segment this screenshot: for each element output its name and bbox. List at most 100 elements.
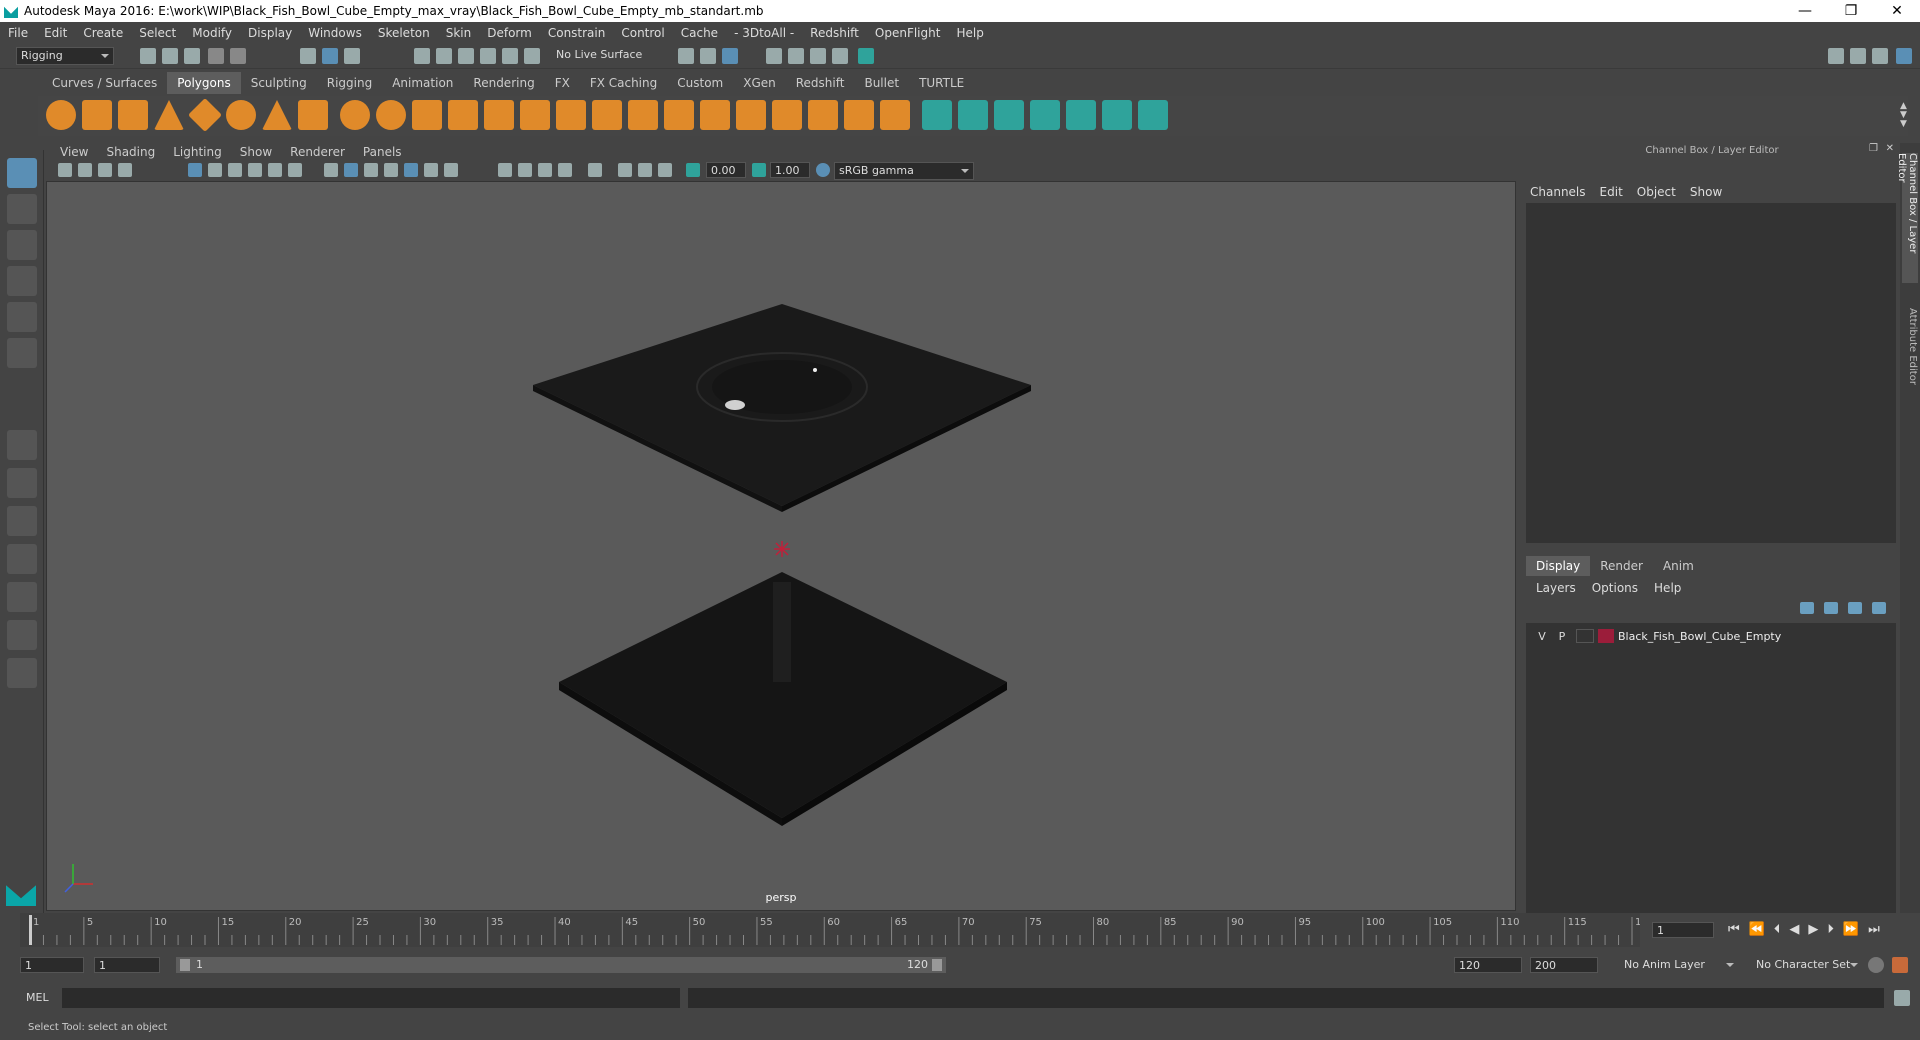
rotate-tool-icon[interactable]	[7, 302, 37, 332]
move-layer-down-icon[interactable]	[1824, 602, 1838, 614]
cb-menu-edit[interactable]: Edit	[1600, 185, 1623, 199]
exposure-icon[interactable]	[686, 163, 700, 177]
menu-create[interactable]: Create	[83, 26, 123, 40]
textured-icon[interactable]	[404, 163, 418, 177]
motion-blur-icon[interactable]	[518, 163, 532, 177]
poly-cylinder-icon[interactable]	[118, 100, 148, 130]
animation-start-field[interactable]: 1	[20, 957, 84, 973]
grid-icon[interactable]	[188, 163, 202, 177]
gate-mask-icon[interactable]	[248, 163, 262, 177]
separate-icon[interactable]	[376, 100, 406, 130]
exposure-field[interactable]: 0.00	[706, 162, 746, 178]
close-button[interactable]: ✕	[1874, 3, 1920, 19]
snap-curve-icon[interactable]	[436, 48, 452, 64]
shelf-tab-curves-surfaces[interactable]: Curves / Surfaces	[42, 72, 167, 94]
isolate-select-icon[interactable]	[588, 163, 602, 177]
live-surface-field[interactable]: No Live Surface	[552, 47, 646, 63]
transfer-attributes-icon[interactable]	[1138, 100, 1168, 130]
layer-color-swatch[interactable]	[1598, 629, 1614, 643]
close-panel-icon[interactable]: ✕	[1886, 143, 1894, 154]
multi-cut-icon[interactable]	[592, 100, 622, 130]
insert-edge-loop-icon[interactable]	[628, 100, 658, 130]
default-material-icon[interactable]	[364, 163, 378, 177]
xray-joints-icon[interactable]	[638, 163, 652, 177]
bottom-plate[interactable]	[559, 572, 1007, 826]
shelf-tab-redshift[interactable]: Redshift	[786, 72, 855, 94]
command-input[interactable]	[62, 988, 680, 1008]
menu-select[interactable]: Select	[139, 26, 176, 40]
menu-set-dropdown[interactable]: Rigging	[16, 47, 114, 65]
poly-sphere-icon[interactable]	[46, 100, 76, 130]
hypershade-icon[interactable]	[858, 48, 874, 64]
menu-file[interactable]: File	[8, 26, 28, 40]
modeling-toolkit-icon[interactable]	[1828, 48, 1844, 64]
script-language-label[interactable]: MEL	[26, 991, 49, 1004]
layer-name[interactable]: Black_Fish_Bowl_Cube_Empty	[1618, 630, 1781, 643]
scale-tool-icon[interactable]	[7, 338, 37, 368]
playback-start-field[interactable]: 1	[94, 957, 160, 973]
select-object-icon[interactable]	[322, 48, 338, 64]
character-set-dropdown[interactable]: No Character Set	[1752, 957, 1862, 975]
animation-preferences-icon[interactable]	[1892, 957, 1908, 973]
depth-of-field-icon[interactable]	[558, 163, 572, 177]
shelf-tab-rendering[interactable]: Rendering	[463, 72, 544, 94]
layer-row[interactable]: V P Black_Fish_Bowl_Cube_Empty	[1532, 627, 1892, 645]
move-layer-up-icon[interactable]	[1800, 602, 1814, 614]
snap-point-icon[interactable]	[458, 48, 474, 64]
channel-box-toggle-icon[interactable]	[1896, 48, 1912, 64]
harden-edge-icon[interactable]	[1030, 100, 1060, 130]
layer-type-toggle[interactable]	[1576, 629, 1594, 643]
new-layer-selected-icon[interactable]	[1872, 602, 1886, 614]
bookmark-icon[interactable]	[98, 163, 112, 177]
cb-menu-object[interactable]: Object	[1637, 185, 1676, 199]
fill-hole-icon[interactable]	[772, 100, 802, 130]
render-frame-icon[interactable]	[788, 48, 804, 64]
menu-edit[interactable]: Edit	[44, 26, 67, 40]
output-ops-icon[interactable]	[700, 48, 716, 64]
shelf-tab-polygons[interactable]: Polygons	[167, 72, 241, 94]
shelf-tab-turtle[interactable]: TURTLE	[909, 72, 974, 94]
tab-render[interactable]: Render	[1590, 556, 1653, 576]
snap-grid-icon[interactable]	[414, 48, 430, 64]
vp-menu-show[interactable]: Show	[240, 145, 272, 159]
reverse-normals-icon[interactable]	[1066, 100, 1096, 130]
ambient-occlusion-icon[interactable]	[498, 163, 512, 177]
extrude-icon[interactable]	[484, 100, 514, 130]
viewport-persp[interactable]: persp	[46, 181, 1516, 911]
le-menu-layers[interactable]: Layers	[1536, 581, 1576, 595]
wireframe-icon[interactable]	[324, 163, 338, 177]
poly-pyramid-icon[interactable]	[262, 100, 292, 130]
move-tool-icon[interactable]	[7, 266, 37, 296]
poly-plane-icon[interactable]	[188, 98, 222, 132]
vp-menu-panels[interactable]: Panels	[363, 145, 402, 159]
planar-uv-icon[interactable]	[700, 100, 730, 130]
snap-surface-icon[interactable]	[502, 48, 518, 64]
minimize-button[interactable]: —	[1782, 3, 1828, 19]
snap-view-icon[interactable]	[480, 48, 496, 64]
image-plane-icon[interactable]	[118, 163, 132, 177]
vp-menu-shading[interactable]: Shading	[106, 145, 155, 159]
animation-end-field[interactable]: 200	[1530, 957, 1598, 973]
redo-icon[interactable]	[230, 48, 246, 64]
quadrangulate-icon[interactable]	[844, 100, 874, 130]
side-tab-channel-box[interactable]: Channel Box / Layer Editor	[1896, 153, 1918, 283]
poly-pipe-icon[interactable]	[298, 100, 328, 130]
current-time-indicator[interactable]	[29, 915, 32, 945]
gamma-field[interactable]: 1.00	[770, 162, 810, 178]
range-slider-end-handle[interactable]	[932, 959, 942, 971]
open-scene-icon[interactable]	[162, 48, 178, 64]
paint-select-tool-icon[interactable]	[7, 230, 37, 260]
menu-openflight[interactable]: OpenFlight	[875, 26, 941, 40]
extract-icon[interactable]	[412, 100, 442, 130]
poly-tool-icon[interactable]	[880, 100, 910, 130]
cb-menu-show[interactable]: Show	[1690, 185, 1722, 199]
render-settings-icon[interactable]	[832, 48, 848, 64]
input-ops-icon[interactable]	[678, 48, 694, 64]
combine-icon[interactable]	[340, 100, 370, 130]
shelf-tab-xgen[interactable]: XGen	[733, 72, 786, 94]
construction-history-icon[interactable]	[722, 48, 738, 64]
shelf-tab-fx-caching[interactable]: FX Caching	[580, 72, 667, 94]
shelf-scroll-icon[interactable]: ▲ ▼ ▼	[1900, 102, 1907, 129]
film-gate-icon[interactable]	[208, 163, 222, 177]
shelf-tab-animation[interactable]: Animation	[382, 72, 463, 94]
